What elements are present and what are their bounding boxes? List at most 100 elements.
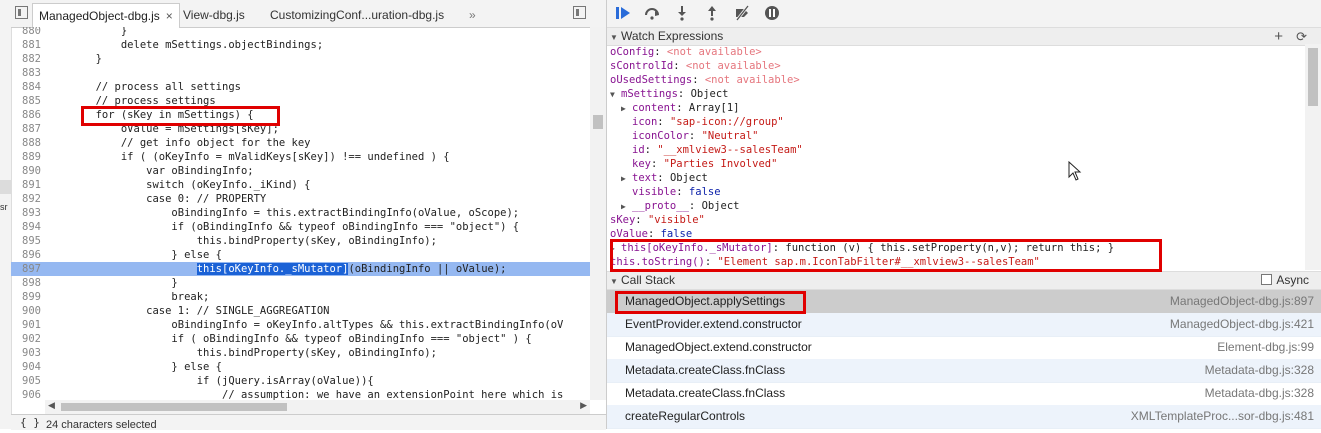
tab-view[interactable]: View-dbg.js [183,3,245,27]
call-frame[interactable]: Metadata.createClass.fnClass Metadata-dbg… [607,382,1321,406]
code-line[interactable]: 889 if ( (oKeyInfo = mValidKeys[sKey]) !… [11,150,590,164]
code-line[interactable]: 898 } [11,276,590,290]
code-line[interactable]: 886 for (sKey in mSettings) { [11,108,590,122]
step-into-icon[interactable] [674,5,690,21]
code-line[interactable]: 887 oValue = mSettings[sKey]; [11,122,590,136]
watch-row[interactable]: ▼ mSettings: Object [610,87,729,101]
async-checkbox[interactable] [1261,274,1273,285]
watch-row[interactable]: ▶ text: Object [621,171,708,185]
line-number[interactable]: 892 [11,192,45,206]
refresh-icon[interactable]: ⟳ [1296,28,1307,45]
code-line[interactable]: 890 var oBindingInfo; [11,164,590,178]
line-number[interactable]: 897 [11,262,45,276]
code-line[interactable]: 891 switch (oKeyInfo._iKind) { [11,178,590,192]
pretty-print-icon[interactable]: { } [20,415,40,430]
collapsed-triangle-icon[interactable]: ▶ [610,242,621,256]
code-line[interactable]: 882 } [11,52,590,66]
tab-managedobject[interactable]: ManagedObject-dbg.js × [32,3,180,28]
code-line[interactable]: 881 delete mSettings.objectBindings; [11,38,590,52]
toggle-navigator-button[interactable] [15,6,28,19]
code-line[interactable]: 885 // process settings [11,94,590,108]
code-line[interactable]: 880 } [11,27,590,38]
line-number[interactable]: 906 [11,388,45,400]
line-number[interactable]: 895 [11,234,45,248]
line-number[interactable]: 891 [11,178,45,192]
call-frame[interactable]: ManagedObject.applySettings ManagedObject… [607,290,1321,314]
code-line[interactable]: 888 // get info object for the key [11,136,590,150]
line-number[interactable]: 883 [11,66,45,80]
deactivate-breakpoints-icon[interactable] [734,5,750,21]
call-frame[interactable]: createRegularControls XMLTemplateProc...s… [607,405,1321,429]
code-line[interactable]: 894 if (oBindingInfo && typeof oBindingI… [11,220,590,234]
line-number[interactable]: 893 [11,206,45,220]
code-line[interactable]: 905 if (jQuery.isArray(oValue)){ [11,374,590,388]
collapsed-triangle-icon[interactable]: ▶ [621,102,632,116]
line-number[interactable]: 894 [11,220,45,234]
line-number[interactable]: 898 [11,276,45,290]
frame-location-link[interactable]: Element-dbg.js:99 [1217,336,1314,359]
line-number[interactable]: 885 [11,94,45,108]
line-number[interactable]: 880 [11,27,45,38]
frame-location-link[interactable]: XMLTemplateProc...sor-dbg.js:481 [1131,405,1314,428]
code-line[interactable]: 903 this.bindProperty(sKey, oBindingInfo… [11,346,590,360]
line-number[interactable]: 901 [11,318,45,332]
code-line[interactable]: 899 break; [11,290,590,304]
code-line[interactable]: 901 oBindingInfo = oKeyInfo.altTypes && … [11,318,590,332]
line-number[interactable]: 887 [11,122,45,136]
frame-location-link[interactable]: Metadata-dbg.js:328 [1205,359,1314,382]
code-line[interactable]: 904 } else { [11,360,590,374]
watch-row[interactable]: ▶ __proto__: Object [621,199,740,213]
line-number[interactable]: 902 [11,332,45,346]
line-number[interactable]: 899 [11,290,45,304]
line-number[interactable]: 903 [11,346,45,360]
scroll-right-icon[interactable]: ▶ [580,400,587,411]
resume-icon[interactable] [615,5,631,21]
toggle-debugger-button[interactable] [573,6,586,19]
code-line[interactable]: 893 oBindingInfo = this.extractBindingIn… [11,206,590,220]
code-line[interactable]: 900 case 1: // SINGLE_AGGREGATION [11,304,590,318]
frame-location-link[interactable]: ManagedObject-dbg.js:421 [1170,313,1314,336]
line-number[interactable]: 900 [11,304,45,318]
expanded-triangle-icon[interactable]: ▼ [610,88,621,102]
step-over-icon[interactable] [644,5,660,21]
code-line[interactable]: 896 } else { [11,248,590,262]
code-line[interactable]: 895 this.bindProperty(sKey, oBindingInfo… [11,234,590,248]
editor-vertical-scrollbar[interactable] [590,27,606,400]
collapsed-triangle-icon[interactable]: ▶ [621,200,632,214]
code-line[interactable]: 892 case 0: // PROPERTY [11,192,590,206]
code-line[interactable]: 906 // assumption: we have an extensionP… [11,388,590,400]
call-stack-header[interactable]: ▼ Call Stack Async [607,271,1321,290]
async-toggle[interactable]: Async [1261,272,1309,289]
collapsed-triangle-icon[interactable]: ▶ [621,172,632,186]
code-line[interactable]: 883 [11,66,590,80]
tab-customizing[interactable]: CustomizingConf...uration-dbg.js [270,3,444,27]
line-number[interactable]: 886 [11,108,45,122]
more-tabs-icon[interactable]: » [469,3,476,27]
line-number[interactable]: 896 [11,248,45,262]
close-icon[interactable]: × [166,9,173,23]
call-frame[interactable]: ManagedObject.extend.constructor Element-… [607,336,1321,360]
call-frame[interactable]: EventProvider.extend.constructor ManagedO… [607,313,1321,337]
line-number[interactable]: 905 [11,374,45,388]
line-number[interactable]: 904 [11,360,45,374]
editor-horizontal-scrollbar[interactable]: ◀ ▶ [45,400,590,414]
watch-scrollbar[interactable] [1305,44,1321,270]
line-number[interactable]: 884 [11,80,45,94]
watch-row[interactable]: ▶ this[oKeyInfo._sMutator]: function (v) … [610,241,1114,255]
line-number[interactable]: 890 [11,164,45,178]
frame-location-link[interactable]: ManagedObject-dbg.js:897 [1170,290,1314,313]
pause-on-exceptions-icon[interactable] [764,5,780,21]
scroll-left-icon[interactable]: ◀ [48,400,55,411]
line-number[interactable]: 888 [11,136,45,150]
line-number[interactable]: 881 [11,38,45,52]
call-frame[interactable]: Metadata.createClass.fnClass Metadata-dbg… [607,359,1321,383]
frame-location-link[interactable]: Metadata-dbg.js:328 [1205,382,1314,405]
code-line[interactable]: 897 this[oKeyInfo._sMutator](oBindingInf… [11,262,590,276]
code-line[interactable]: 902 if ( oBindingInfo && typeof oBinding… [11,332,590,346]
watch-row[interactable]: ▶ content: Array[1] [621,101,740,115]
code-editor[interactable]: 880 } 881 delete mSettings.objectBindings… [11,27,590,400]
line-number[interactable]: 882 [11,52,45,66]
step-out-icon[interactable] [704,5,720,21]
add-watch-icon[interactable]: + [1274,28,1283,45]
line-number[interactable]: 889 [11,150,45,164]
